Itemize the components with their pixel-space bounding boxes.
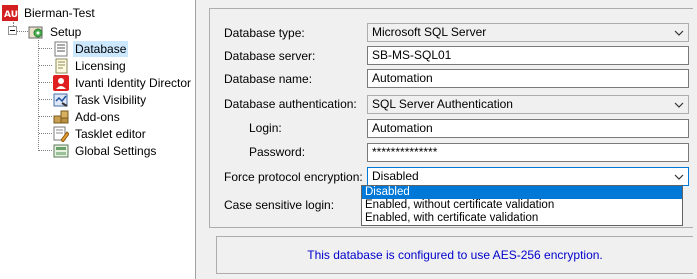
tree-item-label: Global Settings <box>75 143 157 158</box>
db-name-input[interactable]: Automation <box>367 69 689 88</box>
encryption-dropdown-list[interactable]: Disabled Enabled, without certificate va… <box>361 185 683 226</box>
db-server-input[interactable]: SB-MS-SQL01 <box>367 46 689 65</box>
encryption-label: Force protocol encryption: <box>224 170 363 184</box>
db-type-label: Database type: <box>224 26 305 40</box>
tree-item-licensing[interactable]: Licensing <box>53 57 128 74</box>
chevron-down-icon <box>674 102 684 108</box>
login-label: Login: <box>249 121 282 135</box>
dropdown-option-enabled-validation[interactable]: Enabled, with certificate validation <box>362 212 682 225</box>
tree-item-setup-label: Setup <box>50 24 82 39</box>
database-settings-panel: Database type: Microsoft SQL Server Data… <box>204 0 697 279</box>
svg-text:AU: AU <box>4 10 18 20</box>
tree-item-database[interactable]: Database <box>53 40 129 57</box>
password-label: Password: <box>249 145 306 159</box>
tree-item-label: Database <box>73 40 129 57</box>
tree-item-label: Ivanti Identity Director <box>75 75 192 90</box>
tasklet-editor-icon <box>53 126 70 143</box>
navigation-tree[interactable]: AU Bierman-Test Setup Database Licensing… <box>0 0 196 279</box>
tree-item-setup[interactable]: Setup <box>28 23 83 40</box>
db-auth-label: Database authentication: <box>224 97 357 111</box>
tree-item-tasklet-editor[interactable]: Tasklet editor <box>53 125 148 143</box>
dropdown-option-disabled[interactable]: Disabled <box>362 186 682 199</box>
chevron-down-icon <box>674 30 684 36</box>
add-ons-icon <box>53 109 69 125</box>
task-visibility-icon <box>53 92 69 108</box>
tree-item-label: Tasklet editor <box>75 126 146 141</box>
tree-item-add-ons[interactable]: Add-ons <box>53 108 122 125</box>
tree-item-identity-director[interactable]: Ivanti Identity Director <box>53 74 193 91</box>
licensing-icon <box>53 58 69 74</box>
collapse-toggle[interactable] <box>8 26 17 35</box>
case-sensitive-label: Case sensitive login: <box>224 198 335 212</box>
tree-root-label: Bierman-Test <box>24 5 95 20</box>
pane-splitter[interactable] <box>196 0 204 279</box>
app-logo-icon: AU <box>2 4 18 21</box>
dropdown-option-enabled-no-validation[interactable]: Enabled, without certificate validation <box>362 199 682 212</box>
tree-item-task-visibility[interactable]: Task Visibility <box>53 91 148 108</box>
setup-icon <box>28 24 44 40</box>
password-input[interactable]: ************** <box>367 143 689 162</box>
encryption-info-message: This database is configured to use AES-2… <box>216 236 693 274</box>
db-auth-value: SQL Server Authentication <box>372 97 513 111</box>
db-type-value: Microsoft SQL Server <box>372 25 487 39</box>
chevron-down-icon <box>674 174 684 180</box>
database-icon <box>53 41 69 57</box>
db-name-label: Database name: <box>224 72 313 86</box>
login-input[interactable]: Automation <box>367 119 689 138</box>
tree-item-label: Licensing <box>75 58 126 73</box>
db-auth-select[interactable]: SQL Server Authentication <box>367 95 689 114</box>
identity-director-icon <box>53 74 69 91</box>
encryption-value: Disabled <box>372 169 419 183</box>
global-settings-icon <box>53 143 69 159</box>
tree-root-item[interactable]: AU Bierman-Test <box>2 4 97 21</box>
db-server-label: Database server: <box>224 49 316 63</box>
tree-item-label: Add-ons <box>75 109 120 124</box>
tree-item-label: Task Visibility <box>75 92 147 107</box>
encryption-select[interactable]: Disabled <box>367 167 689 186</box>
tree-item-global-settings[interactable]: Global Settings <box>53 142 158 159</box>
db-type-select[interactable]: Microsoft SQL Server <box>367 23 689 42</box>
